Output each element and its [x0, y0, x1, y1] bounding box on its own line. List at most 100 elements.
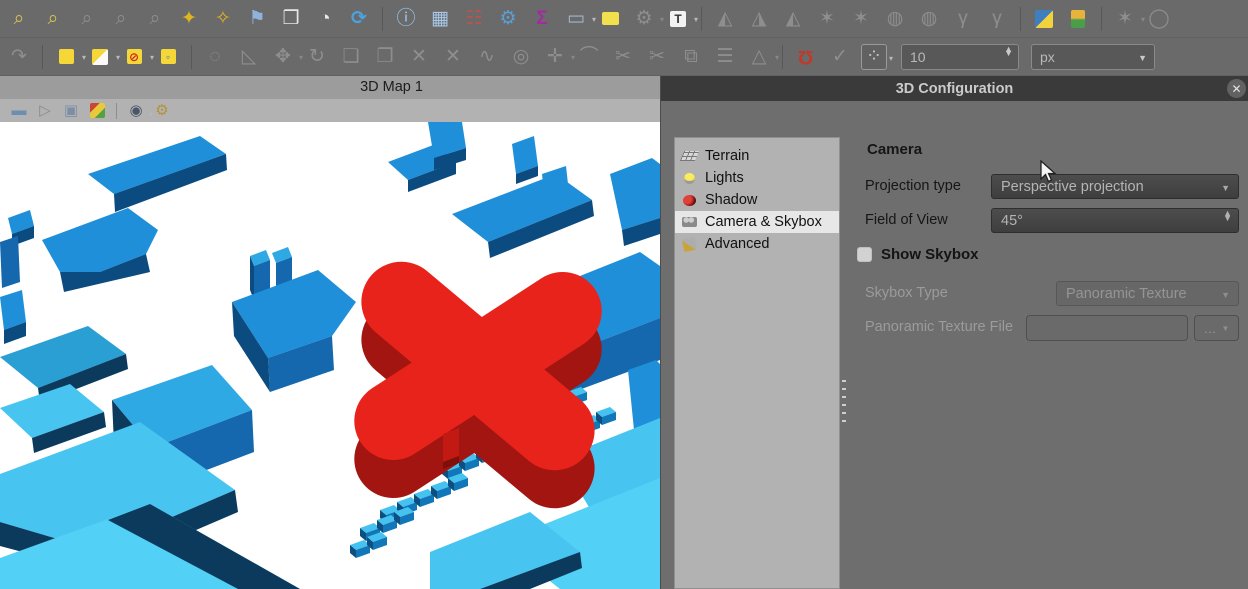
dropdown-arrow-icon[interactable]: ▾: [116, 53, 120, 62]
export-scene-icon[interactable]: [87, 101, 107, 121]
close-icon[interactable]: ✕: [1227, 79, 1246, 98]
map-tips-icon[interactable]: [597, 6, 623, 32]
snapping-tolerance-spinbox[interactable]: 10 ▲▼: [901, 44, 1019, 70]
save-as-image-icon[interactable]: ▣: [61, 101, 81, 121]
labeling-options-icon[interactable]: ◭: [712, 6, 738, 32]
snapping-toggle-icon[interactable]: Ω: [793, 44, 819, 70]
vertex-tool-icon[interactable]: ✛▾: [542, 44, 568, 70]
deselect-all-icon[interactable]: ⊘▾: [121, 44, 147, 70]
field-calculator-icon[interactable]: ☷: [461, 6, 487, 32]
callout-raise-icon[interactable]: γ: [950, 6, 976, 32]
dropdown-arrow-icon[interactable]: ▾: [150, 53, 154, 62]
labeling-rule-icon[interactable]: ◭: [780, 6, 806, 32]
text-annotation-icon[interactable]: T▾: [665, 6, 691, 32]
delete-ring-icon: ✕: [445, 47, 461, 66]
section-item-terrain[interactable]: Terrain: [675, 145, 839, 167]
refresh-map-icon[interactable]: ⟳: [346, 6, 372, 32]
projection-type-combo[interactable]: Perspective projection ▼: [991, 174, 1239, 199]
move-feature-icon[interactable]: ✥▾: [270, 44, 296, 70]
merge-features-icon[interactable]: ⧉: [678, 44, 704, 70]
camera-section-header: Camera: [867, 141, 922, 158]
new-bookmark-icon[interactable]: ✦: [176, 6, 202, 32]
lights-icon: [681, 170, 697, 186]
map-3d-toolbar: ▬ ▷ ▣ ◉▾ ⚙: [0, 99, 660, 122]
select-by-form-icon[interactable]: ▾: [87, 44, 113, 70]
copy-rotate-feature-icon[interactable]: ❐: [372, 44, 398, 70]
new-scratch-layer-icon[interactable]: ◯: [1146, 6, 1172, 32]
new-spatial-bookmark-icon[interactable]: ⚑: [244, 6, 270, 32]
labeling-single-icon[interactable]: ◮: [746, 6, 772, 32]
play-animation-icon[interactable]: ▷: [35, 101, 55, 121]
label-raise-icon[interactable]: ✶: [814, 6, 840, 32]
copy-move-feature-icon[interactable]: ❏: [338, 44, 364, 70]
camera-view-options-icon[interactable]: ◉▾: [126, 101, 146, 121]
identify-features-icon[interactable]: ⓘ: [393, 6, 419, 32]
camera-control-icon[interactable]: ▬: [9, 101, 29, 121]
diagram-raise-icon[interactable]: ◍: [882, 6, 908, 32]
callout-lower-icon[interactable]: γ: [984, 6, 1010, 32]
run-feature-action-icon[interactable]: ⚙▾: [631, 6, 657, 32]
section-item-shadow[interactable]: Shadow: [675, 189, 839, 211]
python-console-icon[interactable]: [1031, 6, 1057, 32]
select-by-value-icon[interactable]: ◦: [155, 44, 181, 70]
diagram-lower-icon[interactable]: ◍: [916, 6, 942, 32]
dropdown-arrow-icon[interactable]: ▾: [694, 15, 698, 24]
digitize-with-curve-icon[interactable]: ◌: [202, 44, 228, 70]
zoom-previous-icon[interactable]: ⌕: [108, 6, 134, 32]
show-skybox-checkbox[interactable]: [857, 247, 872, 262]
temporal-controller-icon[interactable]: ◔: [312, 6, 338, 32]
dropdown-arrow-icon[interactable]: ▾: [889, 54, 893, 63]
statistics-panel-icon[interactable]: Σ: [529, 6, 555, 32]
dropdown-arrow-icon[interactable]: ▾: [660, 15, 664, 24]
reshape-features-icon[interactable]: ∿: [474, 44, 500, 70]
bookmark-manager-icon[interactable]: ❒: [278, 6, 304, 32]
split-parts-icon[interactable]: ✂: [644, 44, 670, 70]
advanced-digitizing-icon[interactable]: ◺: [236, 44, 262, 70]
spinbox-arrows-icon[interactable]: ▲▼: [1223, 211, 1232, 222]
section-item-lights[interactable]: Lights: [675, 167, 839, 189]
dropdown-arrow-icon[interactable]: ▾: [82, 53, 86, 62]
move-labels-icon[interactable]: ☰: [712, 44, 738, 70]
dialog-titlebar[interactable]: 3D Configuration ✕: [661, 76, 1248, 101]
dropdown-arrow-icon[interactable]: ▾: [775, 53, 779, 62]
enable-tracing-icon[interactable]: ✓: [827, 44, 853, 70]
dropdown-arrow-icon[interactable]: ▾: [299, 53, 303, 62]
snapping-units-combo[interactable]: px ▼: [1031, 44, 1155, 70]
grass-tools-icon[interactable]: [1065, 6, 1091, 32]
zoom-next-icon[interactable]: ⌕: [142, 6, 168, 32]
map-3d-titlebar[interactable]: 3D Map 1: [0, 76, 660, 99]
map-3d-viewport[interactable]: [0, 122, 660, 589]
rotate-point-symbols-icon[interactable]: △▾: [746, 44, 772, 70]
processing-toolbox-icon[interactable]: ⚙: [495, 6, 521, 32]
show-bookmarks-icon[interactable]: ✧: [210, 6, 236, 32]
measure-line-icon[interactable]: ▭▾: [563, 6, 589, 32]
new-annotation-layer-icon[interactable]: ✶▾: [1112, 6, 1138, 32]
spinbox-arrows-icon[interactable]: ▲▼: [1004, 47, 1013, 57]
delete-part-icon[interactable]: ✕: [406, 44, 432, 70]
add-ring-icon[interactable]: ◎: [508, 44, 534, 70]
rotate-feature-icon[interactable]: ↻: [304, 44, 330, 70]
dropdown-arrow-icon[interactable]: ▾: [1141, 15, 1145, 24]
panoramic-texture-file-field: [1026, 315, 1188, 341]
attribute-table-icon[interactable]: ▦: [427, 6, 453, 32]
label-lower-icon[interactable]: ✶: [848, 6, 874, 32]
zoom-native-icon[interactable]: ⌕: [74, 6, 100, 32]
zoom-full-icon[interactable]: ⌕: [40, 6, 66, 32]
field-of-view-spinbox[interactable]: 45° ▲▼: [991, 208, 1239, 233]
dropdown-arrow-icon[interactable]: ▾: [571, 53, 575, 62]
delete-ring-icon[interactable]: ✕: [440, 44, 466, 70]
split-features-icon[interactable]: ✂: [610, 44, 636, 70]
camera-icon: [681, 214, 697, 230]
offset-curve-icon[interactable]: ⌒: [576, 44, 602, 70]
section-item-advanced[interactable]: Advanced: [675, 233, 839, 255]
splitter-handle[interactable]: [842, 380, 846, 426]
configure-3d-icon[interactable]: ⚙: [152, 101, 172, 121]
zoom-last-icon[interactable]: ⌕: [6, 6, 32, 32]
combo-arrow-icon: ▼: [1221, 183, 1230, 193]
dropdown-arrow-icon[interactable]: ▾: [592, 15, 596, 24]
select-features-icon[interactable]: ▾: [53, 44, 79, 70]
topological-editing-icon[interactable]: ⁘▾: [861, 44, 887, 70]
new-annotation-layer-icon: ✶: [1117, 9, 1133, 28]
redo-icon[interactable]: ↷: [6, 44, 32, 70]
section-item-camera-skybox[interactable]: Camera & Skybox: [675, 211, 839, 233]
